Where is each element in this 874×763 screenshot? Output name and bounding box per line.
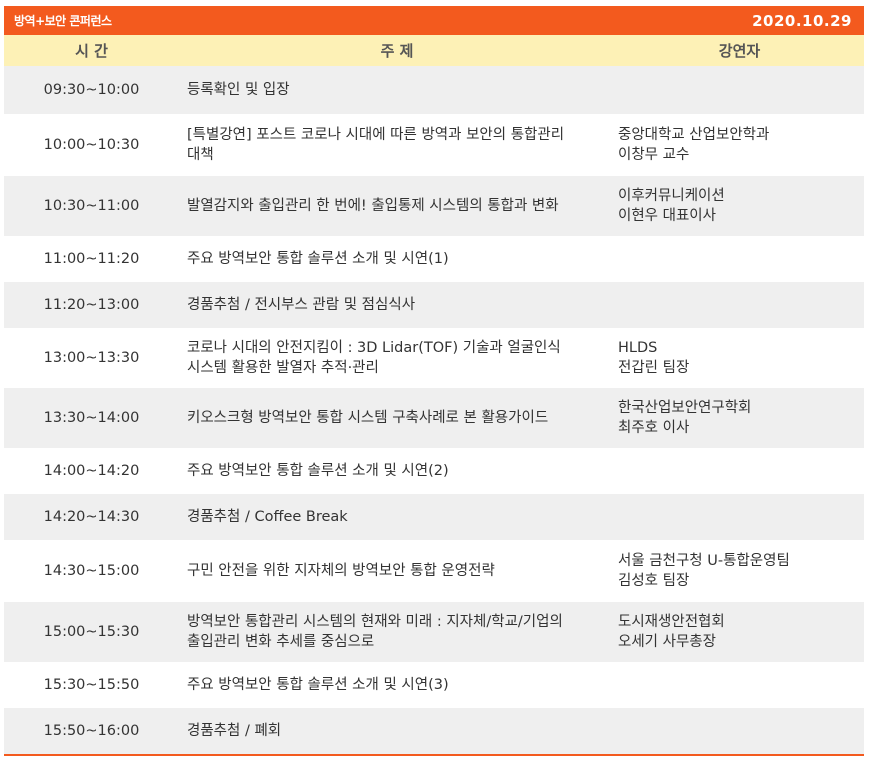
table-row: 11:20~13:00 경품추첨 / 전시부스 관람 및 점심식사 [4,282,864,328]
table-row: 15:50~16:00 경품추첨 / 폐회 [4,708,864,754]
table-row: 14:20~14:30 경품추첨 / Coffee Break [4,494,864,540]
topic-line: 키오스크형 방역보안 통합 시스템 구축사례로 본 활용가이드 [187,410,549,426]
topic-line: 주요 방역보안 통합 솔루션 소개 및 시연(1) [187,251,449,267]
row-speaker: 이후커뮤니케이션이현우 대표이사 [615,186,864,226]
table-row: 13:30~14:00 키오스크형 방역보안 통합 시스템 구축사례로 본 활용가… [4,388,864,448]
table-row: 10:00~10:30 [특별강연] 포스트 코로나 시대에 따른 방역과 보안의… [4,114,864,176]
row-time: 10:30~11:00 [43,198,140,214]
speaker-line: 중앙대학교 산업보안학과 [618,127,770,143]
row-speaker: 중앙대학교 산업보안학과이창무 교수 [615,125,864,165]
topic-line: [특별강연] 포스트 코로나 시대에 따른 방역과 보안의 통합관리 [187,127,565,143]
table-row: 09:30~10:00 등록확인 및 입장 [4,66,864,114]
row-speaker: HLDS 전갑린 팀장 [615,338,864,378]
speaker-line: 김성호 팀장 [618,573,690,589]
table-header: 시 간 주 제 강연자 [4,35,864,66]
topic-line: 대책 [187,147,214,163]
speaker-line: 이후커뮤니케이션 [618,188,725,204]
topic-line: 발열감지와 출입관리 한 번에! 출입통제 시스템의 통합과 변화 [187,198,559,214]
speaker-line: 이현우 대표이사 [618,208,716,224]
row-topic: [특별강연] 포스트 코로나 시대에 따른 방역과 보안의 통합관리대책 [179,125,615,165]
row-topic: 경품추첨 / 폐회 [179,721,615,741]
row-time: 13:30~14:00 [43,410,140,426]
row-topic: 주요 방역보안 통합 솔루션 소개 및 시연(3) [179,675,615,695]
header-speaker: 강연자 [718,42,761,60]
row-topic: 등록확인 및 입장 [179,80,615,100]
row-time: 09:30~10:00 [43,82,140,98]
topic-line: 구민 안전을 위한 지자체의 방역보안 통합 운영전략 [187,563,495,579]
row-topic: 방역보안 통합관리 시스템의 현재와 미래 : 지자체/학교/기업의출입관리 변… [179,612,615,652]
header-topic: 주 제 [380,42,414,60]
conference-title: 방역+보안 콘퍼런스 [14,14,112,28]
row-time: 15:50~16:00 [43,723,140,739]
row-topic: 구민 안전을 위한 지자체의 방역보안 통합 운영전략 [179,561,615,581]
row-time: 11:20~13:00 [43,297,140,313]
row-time: 14:00~14:20 [43,463,140,479]
table-row: 14:00~14:20 주요 방역보안 통합 솔루션 소개 및 시연(2) [4,448,864,494]
row-time: 14:30~15:00 [43,563,140,579]
topic-line: 경품추첨 / Coffee Break [187,509,348,525]
row-time: 10:00~10:30 [43,137,140,153]
table-bottom-border [4,754,864,756]
header-time: 시 간 [75,42,108,60]
speaker-line: 이창무 교수 [618,147,690,163]
table-row: 11:00~11:20 주요 방역보안 통합 솔루션 소개 및 시연(1) [4,236,864,282]
conference-date: 2020.10.29 [752,11,852,30]
schedule-rows: 09:30~10:00 등록확인 및 입장 10:00~10:30 [특별강연] 포스… [4,66,864,754]
row-speaker: 서울 금천구청 U-통합운영팀김성호 팀장 [615,551,864,591]
topic-line: 출입관리 변화 추세를 중심으로 [187,634,375,650]
row-time: 11:00~11:20 [43,251,140,267]
speaker-line: 오세기 사무총장 [618,634,716,650]
row-time: 15:00~15:30 [43,624,140,640]
topic-line: 주요 방역보안 통합 솔루션 소개 및 시연(2) [187,463,449,479]
topic-line: 방역보안 통합관리 시스템의 현재와 미래 : 지자체/학교/기업의 [187,614,563,630]
table-row: 15:00~15:30 방역보안 통합관리 시스템의 현재와 미래 : 지자체/학… [4,602,864,662]
row-speaker: 도시재생안전협회오세기 사무총장 [615,612,864,652]
speaker-line: 도시재생안전협회 [618,614,725,630]
table-row: 13:00~13:30 코로나 시대의 안전지킴이 : 3D Lidar(TOF)… [4,328,864,388]
conference-banner: 방역+보안 콘퍼런스 2020.10.29 [4,6,864,35]
speaker-line: 한국산업보안연구학회 [618,400,752,416]
table-row: 10:30~11:00 발열감지와 출입관리 한 번에! 출입통제 시스템의 통합… [4,176,864,236]
topic-line: 시스템 활용한 발열자 추적·관리 [187,360,379,376]
topic-line: 주요 방역보안 통합 솔루션 소개 및 시연(3) [187,677,449,693]
row-topic: 키오스크형 방역보안 통합 시스템 구축사례로 본 활용가이드 [179,408,615,428]
row-topic: 발열감지와 출입관리 한 번에! 출입통제 시스템의 통합과 변화 [179,196,615,216]
speaker-line: 서울 금천구청 U-통합운영팀 [618,553,790,569]
row-speaker: 한국산업보안연구학회최주호 이사 [615,398,864,438]
row-topic: 경품추첨 / 전시부스 관람 및 점심식사 [179,295,615,315]
row-topic: 경품추첨 / Coffee Break [179,507,615,527]
conference-schedule: 방역+보안 콘퍼런스 2020.10.29 시 간 주 제 강연자 09:30~… [4,6,864,756]
row-topic: 주요 방역보안 통합 솔루션 소개 및 시연(2) [179,461,615,481]
topic-line: 등록확인 및 입장 [187,82,290,98]
row-time: 14:20~14:30 [43,509,140,525]
topic-line: 경품추첨 / 폐회 [187,723,282,739]
row-time: 13:00~13:30 [43,350,140,366]
table-row: 14:30~15:00 구민 안전을 위한 지자체의 방역보안 통합 운영전략 서울… [4,540,864,602]
speaker-line: HLDS [618,340,658,356]
row-topic: 코로나 시대의 안전지킴이 : 3D Lidar(TOF) 기술과 얼굴인식시스… [179,338,615,378]
speaker-line: 최주호 이사 [618,420,690,436]
topic-line: 코로나 시대의 안전지킴이 : 3D Lidar(TOF) 기술과 얼굴인식 [187,340,561,356]
speaker-line: 전갑린 팀장 [618,360,690,376]
topic-line: 경품추첨 / 전시부스 관람 및 점심식사 [187,297,416,313]
table-row: 15:30~15:50 주요 방역보안 통합 솔루션 소개 및 시연(3) [4,662,864,708]
row-time: 15:30~15:50 [43,677,140,693]
row-topic: 주요 방역보안 통합 솔루션 소개 및 시연(1) [179,249,615,269]
